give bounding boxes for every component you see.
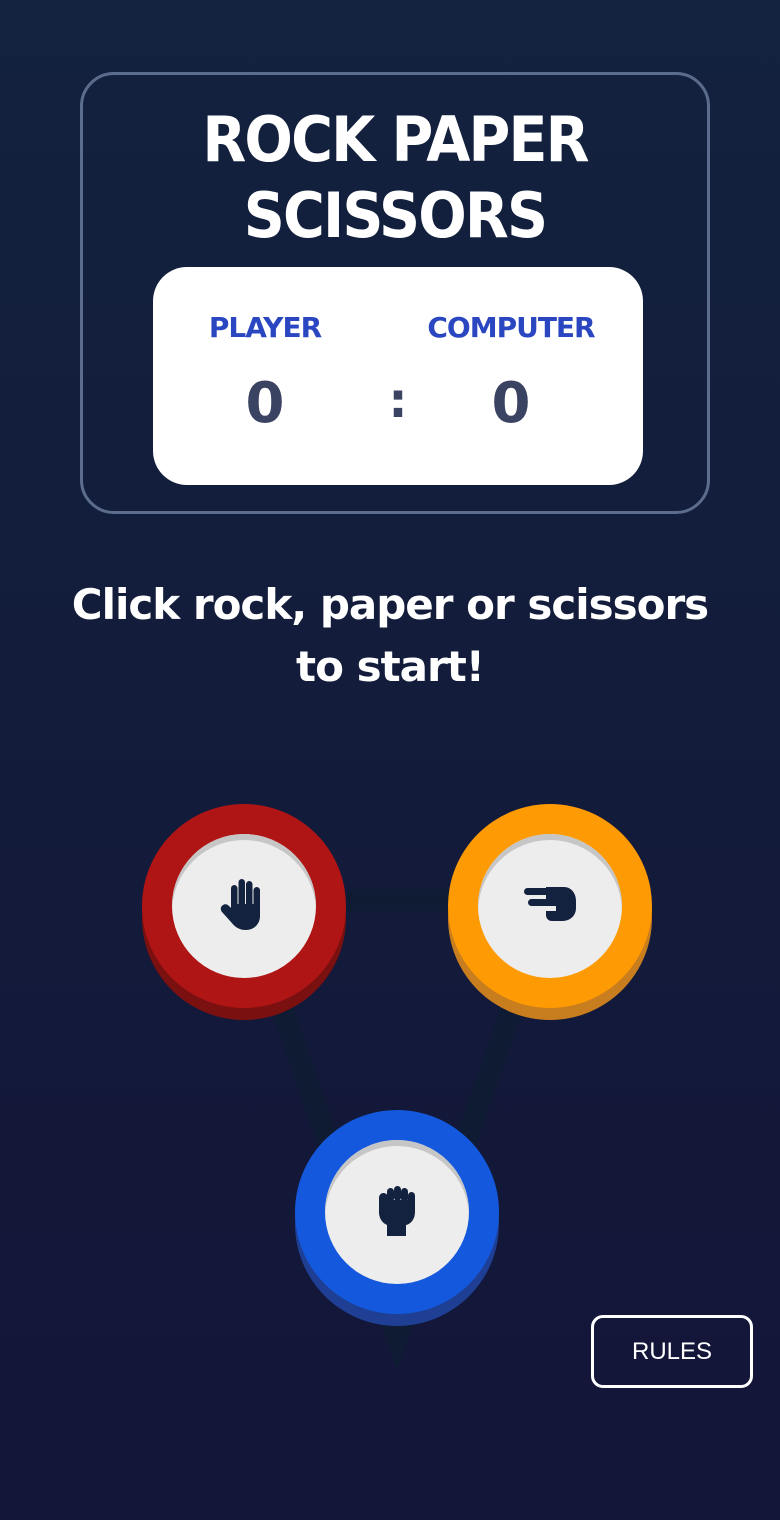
- rules-button[interactable]: RULES: [591, 1315, 753, 1388]
- player-label: PLAYER: [208, 311, 322, 344]
- computer-label: COMPUTER: [427, 311, 595, 344]
- game-title-line-2: SCISSORS: [243, 179, 548, 252]
- computer-score: 0: [491, 371, 531, 436]
- rock-inner-circle: [325, 1140, 469, 1284]
- scoreboard: PLAYER COMPUTER 0 : 0: [153, 267, 643, 485]
- score-separator: :: [388, 373, 408, 429]
- paper-inner-circle: [172, 834, 316, 978]
- scissors-inner-circle: [478, 834, 622, 978]
- player-score: 0: [245, 371, 285, 436]
- paper-choice-button[interactable]: [142, 804, 346, 1020]
- scissors-choice-button[interactable]: [448, 804, 652, 1020]
- game-title-line-1: ROCK PAPER: [202, 103, 589, 176]
- hand-scissors-icon: [522, 884, 578, 928]
- instruction-text: Click rock, paper or scissors to start!: [71, 580, 709, 691]
- header-panel: ROCK PAPER SCISSORS PLAYER COMPUTER 0 : …: [80, 72, 710, 514]
- hand-rock-icon: [375, 1182, 419, 1242]
- rock-choice-button[interactable]: [295, 1110, 499, 1326]
- hand-paper-icon: [218, 876, 270, 936]
